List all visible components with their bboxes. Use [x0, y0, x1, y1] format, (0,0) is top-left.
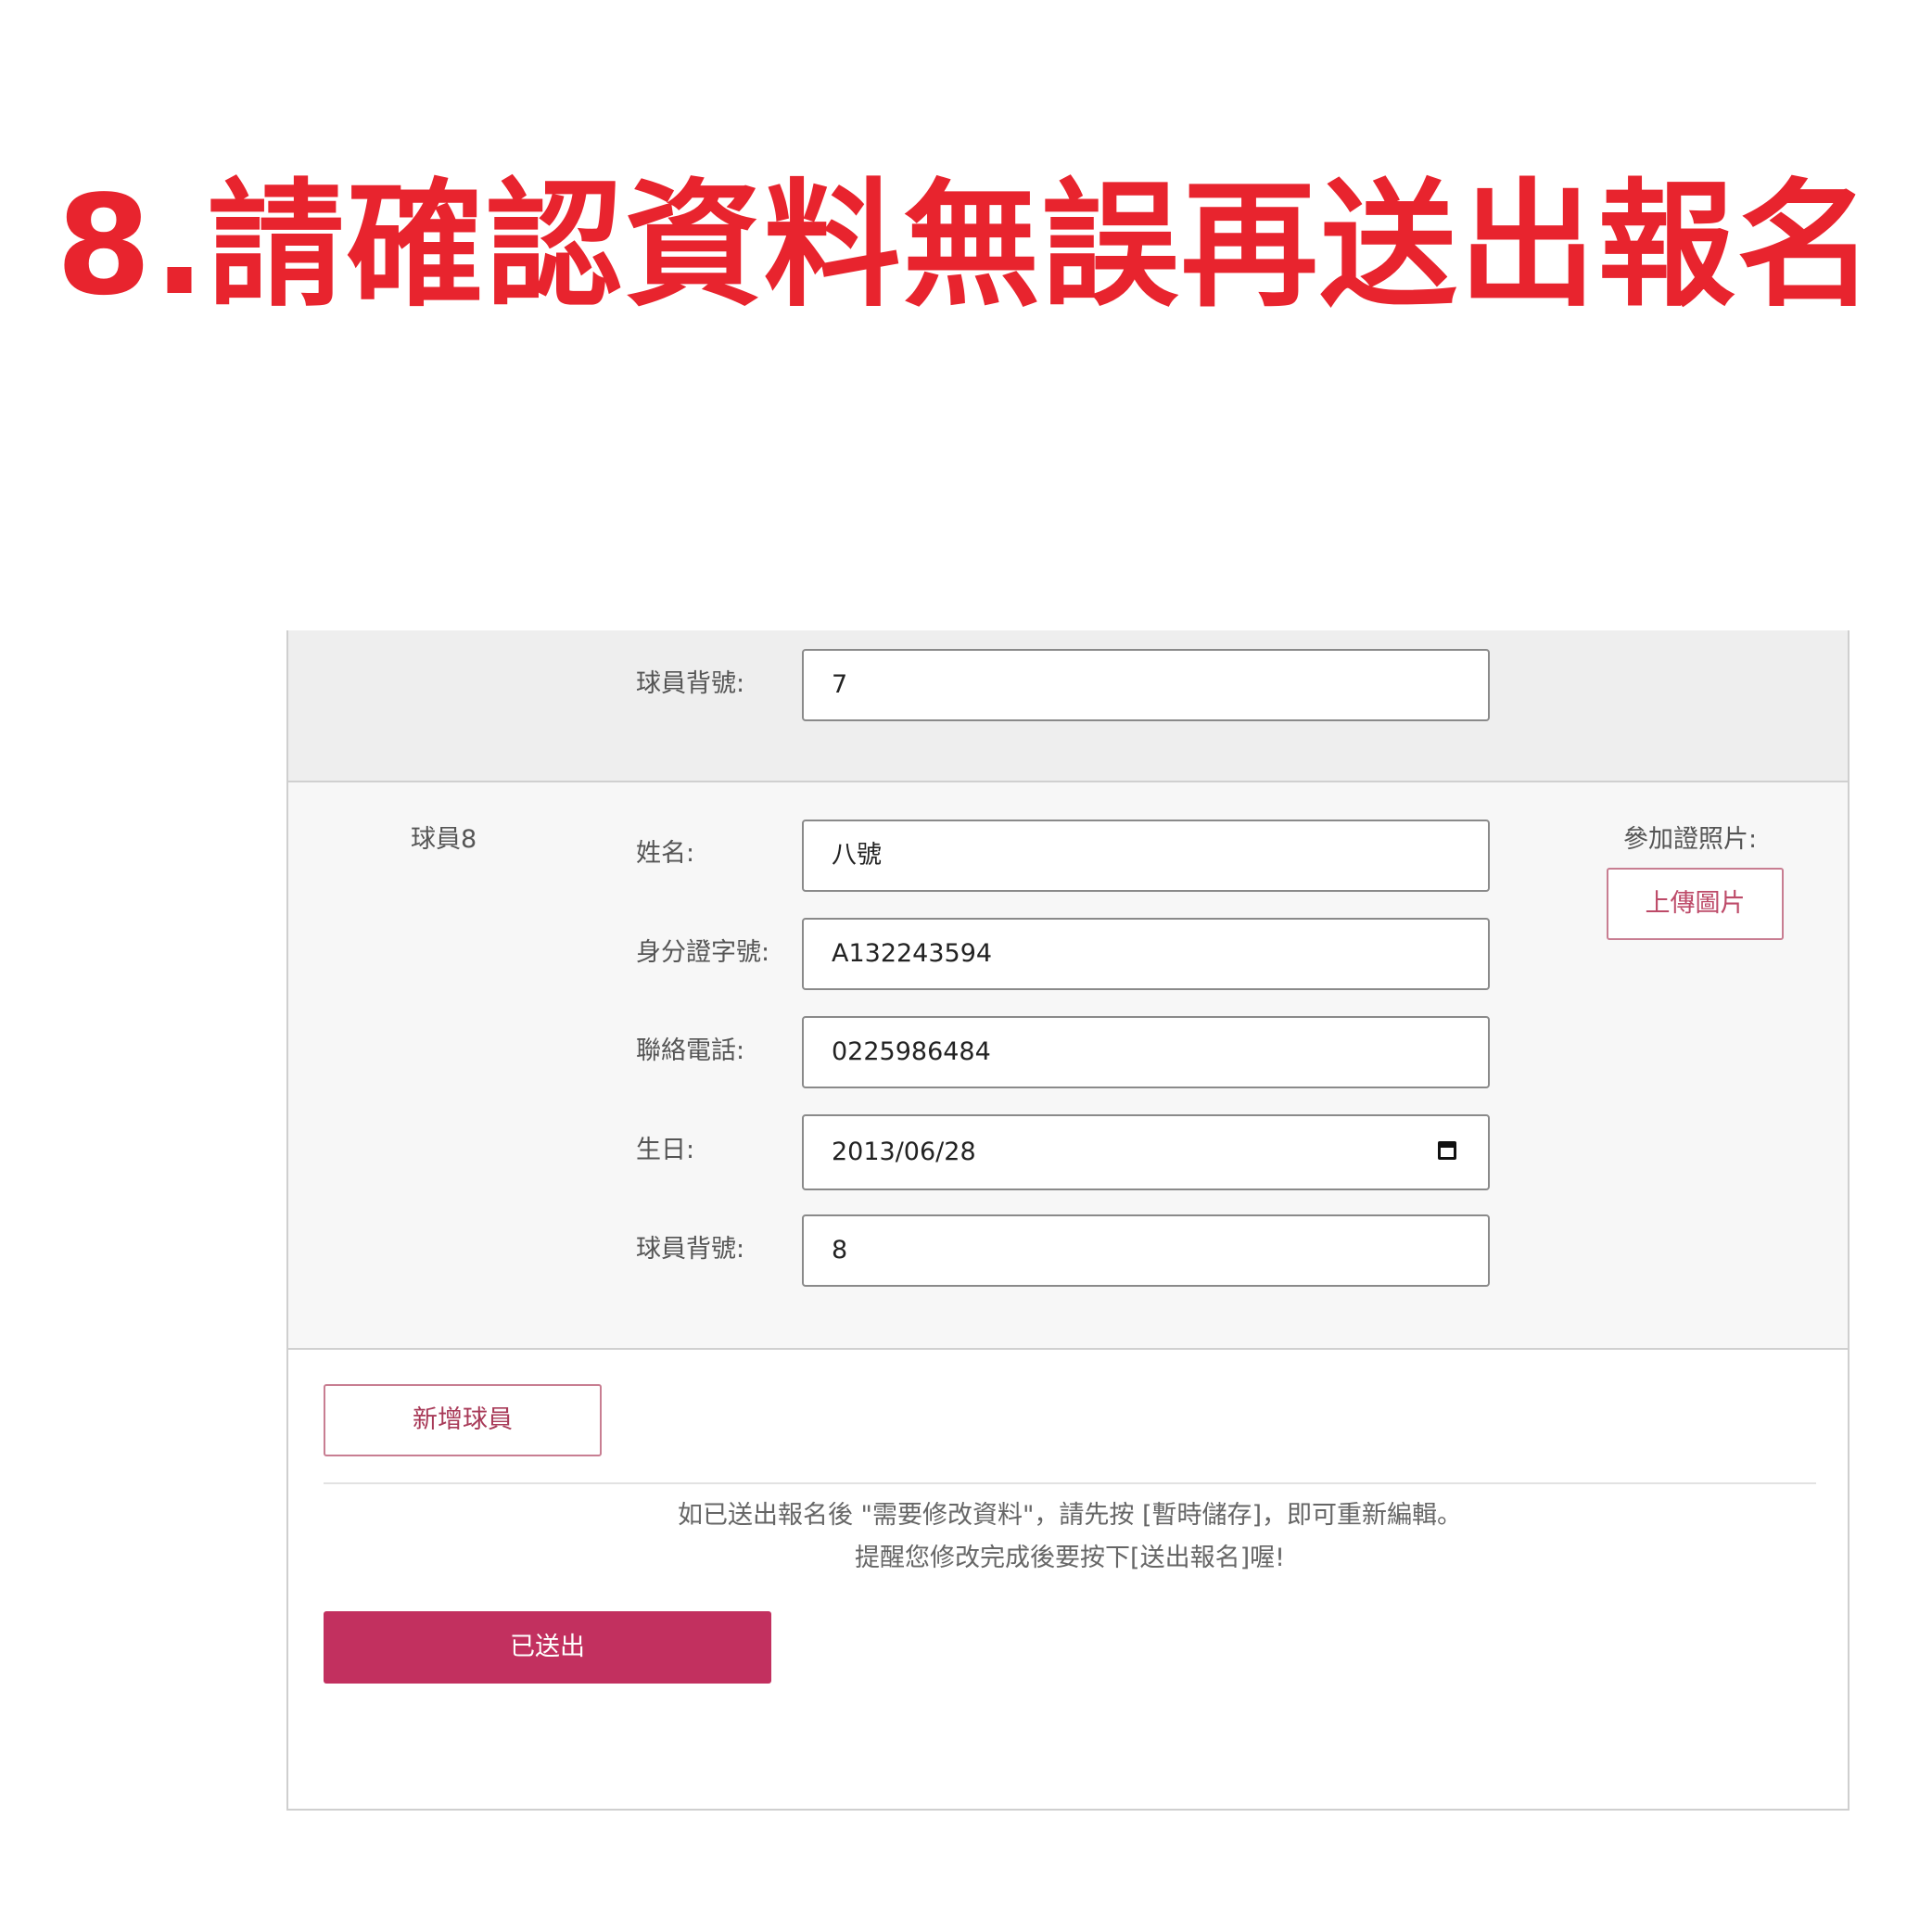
- phone-label: 聯絡電話:: [636, 1036, 745, 1065]
- birthday-label: 生日:: [636, 1136, 695, 1164]
- birthday-date-input[interactable]: 2013/06/28: [802, 1114, 1490, 1190]
- page-title: 8.請確認資料無誤再送出報名: [56, 166, 1876, 325]
- edit-notice: 如已送出報名後 "需要修改資料"，請先按 [暫時儲存]，即可重新編輯。 提醒您修…: [324, 1494, 1816, 1580]
- name-label: 姓名:: [636, 839, 695, 868]
- id-number-label: 身分證字號:: [636, 938, 770, 967]
- calendar-icon[interactable]: [1438, 1141, 1456, 1160]
- name-input[interactable]: 八號: [802, 820, 1490, 892]
- registration-form-panel: 球員背號: 7 球員8 姓名: 八號 身分證字號: A132243594 聯絡電…: [286, 630, 1849, 1811]
- add-player-button[interactable]: 新增球員: [324, 1384, 602, 1456]
- divider: [324, 1482, 1816, 1484]
- player-heading: 球員8: [411, 825, 477, 854]
- id-number-input[interactable]: A132243594: [802, 918, 1490, 990]
- notice-line-1: 如已送出報名後 "需要修改資料"，請先按 [暫時儲存]，即可重新編輯。: [677, 1501, 1463, 1530]
- photo-label: 參加證照片:: [1623, 825, 1758, 854]
- jersey-number-input-player-7[interactable]: 7: [802, 649, 1490, 721]
- jersey-number-input[interactable]: 8: [802, 1214, 1490, 1287]
- phone-input[interactable]: 0225986484: [802, 1016, 1490, 1088]
- submitted-button[interactable]: 已送出: [324, 1611, 771, 1684]
- birthday-value: 2013/06/28: [832, 1138, 976, 1166]
- jersey-number-label: 球員背號:: [636, 1235, 745, 1264]
- upload-image-button[interactable]: 上傳圖片: [1607, 868, 1784, 940]
- player-7-section: 球員背號: 7: [288, 630, 1848, 782]
- jersey-number-label: 球員背號:: [636, 669, 745, 698]
- notice-line-2: 提醒您修改完成後要按下[送出報名]喔!: [855, 1544, 1285, 1572]
- player-8-section: 球員8 姓名: 八號 身分證字號: A132243594 聯絡電話: 02259…: [288, 782, 1848, 1350]
